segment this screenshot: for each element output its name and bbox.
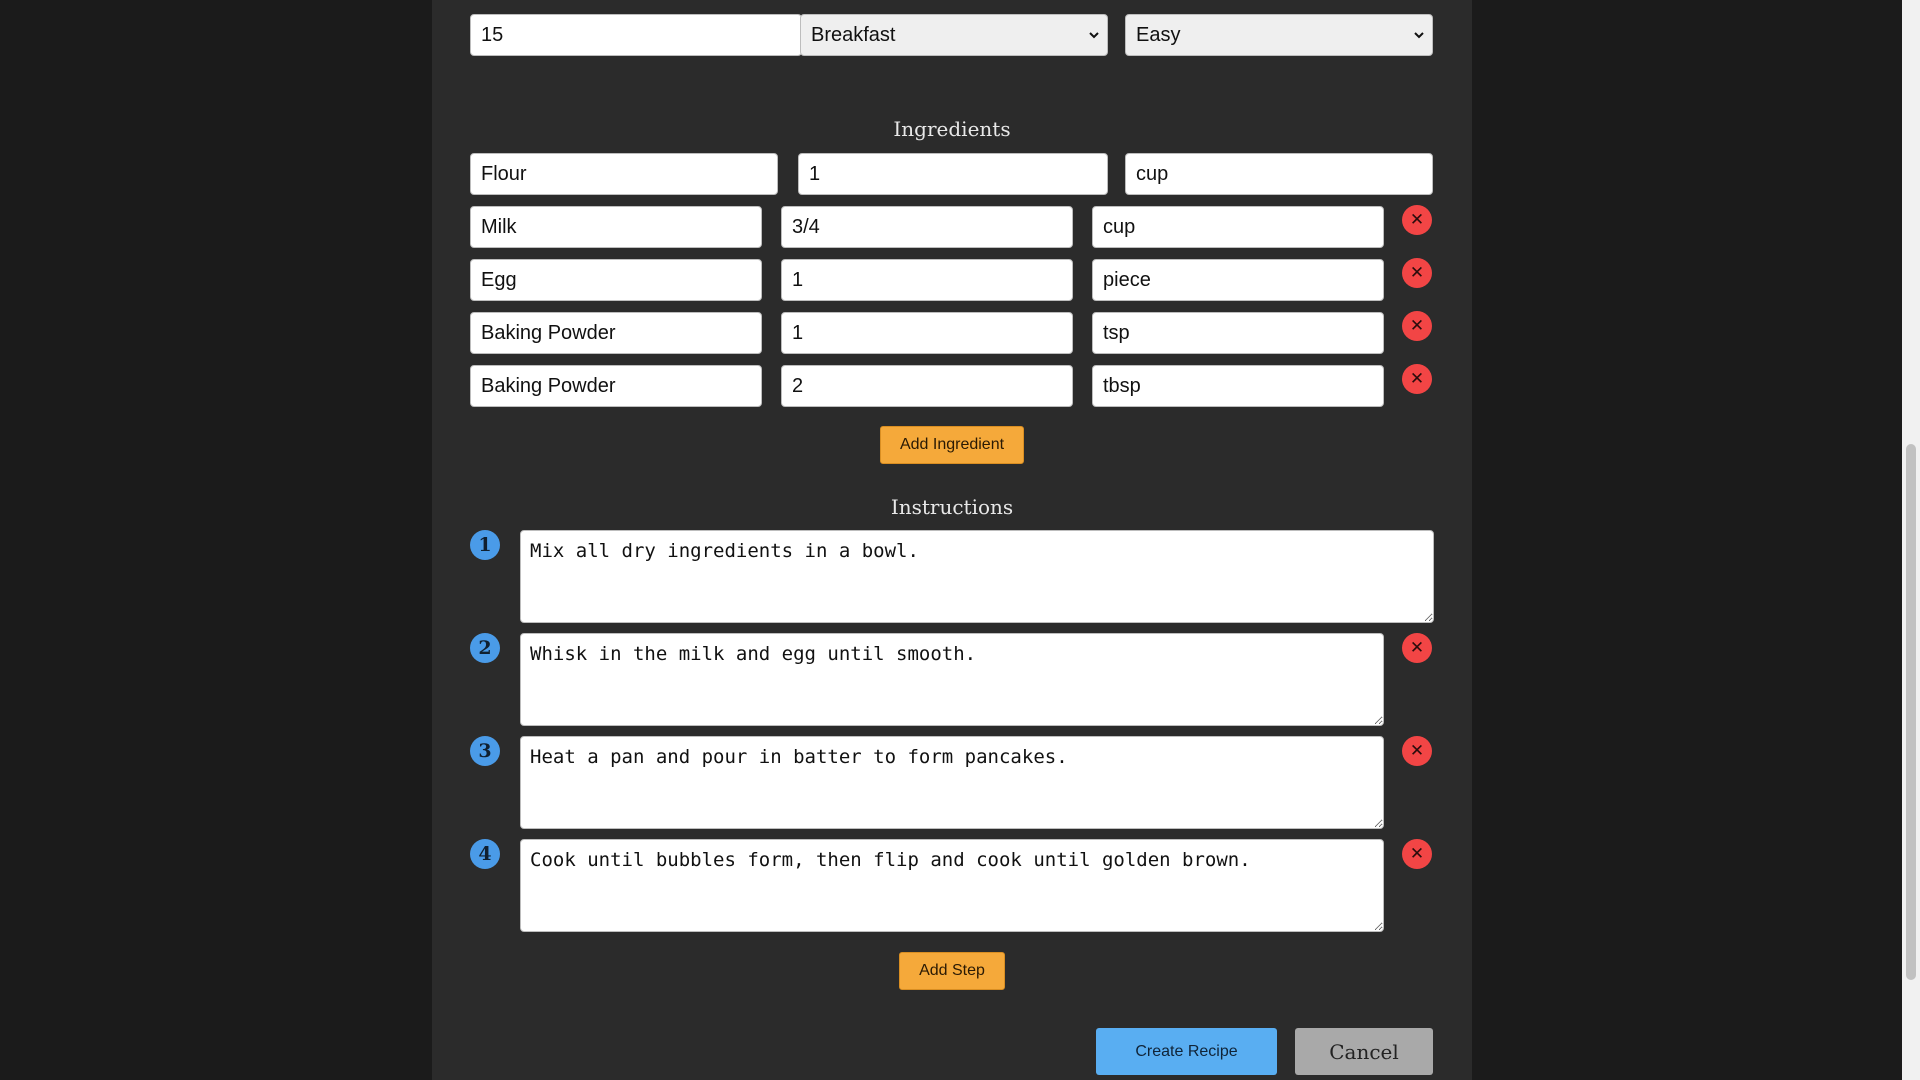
step-textarea[interactable]: Cook until bubbles form, then flip and c… [520, 839, 1384, 932]
ingredient-unit-input[interactable] [1092, 206, 1384, 248]
ingredient-name-input[interactable] [470, 153, 778, 195]
remove-ingredient-button[interactable]: ✕ [1402, 258, 1432, 288]
add-ingredient-button[interactable]: Add Ingredient [880, 426, 1024, 464]
category-select[interactable]: Breakfast [800, 14, 1108, 56]
remove-ingredient-button[interactable]: ✕ [1402, 364, 1432, 394]
remove-ingredient-button[interactable]: ✕ [1402, 311, 1432, 341]
ingredient-amount-input[interactable] [781, 312, 1073, 354]
difficulty-select[interactable]: Easy [1125, 14, 1433, 56]
step-textarea[interactable]: Whisk in the milk and egg until smooth. [520, 633, 1384, 726]
step-number-badge: 2 [470, 633, 500, 663]
ingredients-heading: Ingredients [893, 117, 1011, 141]
ingredient-name-input[interactable] [470, 365, 762, 407]
remove-ingredient-button[interactable]: ✕ [1402, 205, 1432, 235]
ingredient-amount-input[interactable] [781, 365, 1073, 407]
close-icon: ✕ [1409, 638, 1425, 658]
ingredient-amount-input[interactable] [781, 206, 1073, 248]
close-icon: ✕ [1409, 316, 1425, 336]
step-number-badge: 4 [470, 839, 500, 869]
close-icon: ✕ [1409, 741, 1425, 761]
prep-time-input[interactable] [470, 14, 802, 56]
ingredient-amount-input[interactable] [798, 153, 1108, 195]
cancel-button[interactable]: Cancel [1295, 1028, 1433, 1075]
add-step-button[interactable]: Add Step [899, 952, 1005, 990]
step-textarea[interactable]: Heat a pan and pour in batter to form pa… [520, 736, 1384, 829]
instructions-heading: Instructions [890, 495, 1014, 519]
close-icon: ✕ [1409, 263, 1425, 283]
ingredient-unit-input[interactable] [1092, 365, 1384, 407]
ingredient-name-input[interactable] [470, 206, 762, 248]
ingredient-name-input[interactable] [470, 259, 762, 301]
page-scrollbar[interactable] [1902, 0, 1920, 1080]
remove-step-button[interactable]: ✕ [1402, 839, 1432, 869]
ingredient-amount-input[interactable] [781, 259, 1073, 301]
remove-step-button[interactable]: ✕ [1402, 633, 1432, 663]
step-textarea[interactable]: Mix all dry ingredients in a bowl. [520, 530, 1434, 623]
ingredient-unit-input[interactable] [1125, 153, 1433, 195]
close-icon: ✕ [1409, 210, 1425, 230]
scrollbar-thumb[interactable] [1906, 444, 1916, 980]
close-icon: ✕ [1409, 844, 1425, 864]
ingredient-unit-input[interactable] [1092, 312, 1384, 354]
create-recipe-button[interactable]: Create Recipe [1096, 1028, 1277, 1075]
recipe-form-panel: Breakfast Easy Ingredients ✕ ✕ ✕ ✕ Add I… [432, 0, 1472, 1080]
remove-step-button[interactable]: ✕ [1402, 736, 1432, 766]
step-number-badge: 1 [470, 530, 500, 560]
step-number-badge: 3 [470, 736, 500, 766]
ingredient-unit-input[interactable] [1092, 259, 1384, 301]
close-icon: ✕ [1409, 369, 1425, 389]
ingredient-name-input[interactable] [470, 312, 762, 354]
